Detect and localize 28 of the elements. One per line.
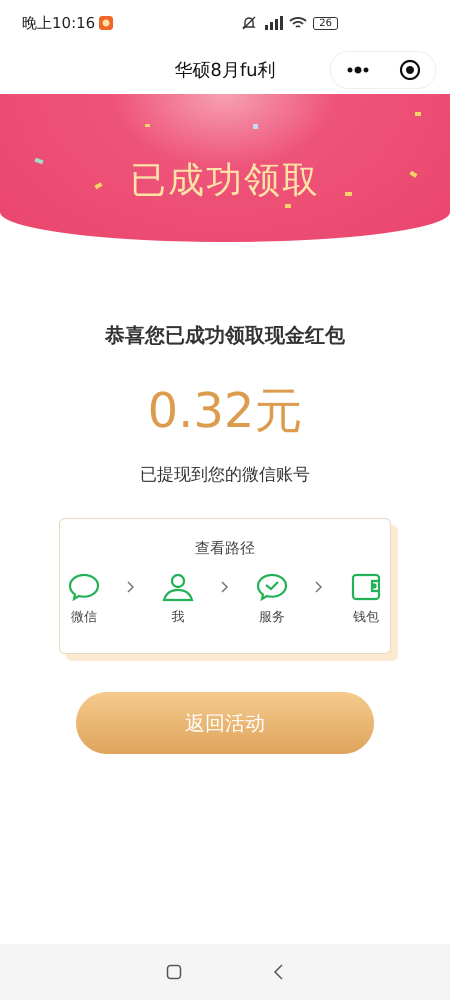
person-icon (161, 572, 195, 602)
step-label: 钱包 (353, 609, 379, 626)
chevron-right-icon (126, 580, 136, 594)
banner-title: 已成功领取 (130, 158, 320, 202)
success-message: 恭喜您已成功领取现金红包 (105, 322, 345, 349)
step-label: 我 (172, 609, 184, 626)
step-label: 服务 (259, 609, 285, 626)
wifi-icon (289, 16, 308, 30)
amount: 0.32元 (148, 382, 302, 441)
chevron-right-icon (314, 580, 324, 594)
close-target-icon[interactable] (398, 59, 420, 81)
withdraw-note: 已提现到您的微信账号 (140, 464, 310, 486)
chevron-right-icon (220, 580, 230, 594)
chat-bubble-icon (67, 572, 101, 602)
page-title: 华硕8月fu利 (174, 59, 276, 82)
bell-muted-icon (241, 15, 258, 31)
chat-check-icon (255, 572, 289, 602)
battery-level: 26 (313, 16, 338, 30)
card-title: 查看路径 (195, 539, 255, 558)
app-notification-icon (98, 15, 114, 31)
return-button[interactable]: 返回活动 (76, 692, 374, 754)
more-icon[interactable] (346, 66, 370, 74)
wallet-icon (349, 572, 383, 602)
status-time: 晚上10:16 (22, 14, 114, 32)
back-icon[interactable] (272, 963, 284, 981)
recents-icon[interactable] (166, 964, 182, 980)
step-label: 微信 (71, 609, 97, 626)
signal-icon (263, 16, 284, 30)
